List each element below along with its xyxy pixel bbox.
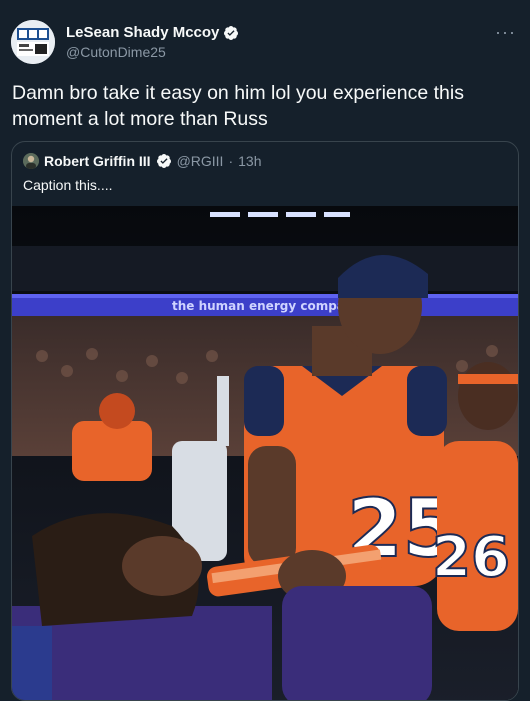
quoted-avatar-image [23, 153, 39, 169]
author-handle[interactable]: @CutonDime25 [66, 44, 166, 60]
author-avatar[interactable] [11, 20, 55, 64]
quoted-author-avatar[interactable] [23, 153, 39, 169]
author-name-row[interactable]: LeSean Shady Mccoy [66, 24, 239, 41]
tweet[interactable]: LeSean Shady Mccoy @CutonDime25 ··· Damn… [0, 0, 530, 701]
more-options-icon[interactable]: ··· [495, 22, 516, 43]
quoted-tweet-header: Robert Griffin III @RGIII · 13h [23, 153, 261, 169]
jersey-number-26: 26 [432, 525, 510, 590]
quoted-author-handle[interactable]: @RGIII [177, 153, 224, 169]
profile-avatar-image [11, 20, 55, 64]
quoted-timestamp[interactable]: 13h [238, 153, 261, 169]
quoted-author-name[interactable]: Robert Griffin III [44, 153, 151, 169]
author-display-name[interactable]: LeSean Shady Mccoy [66, 24, 219, 41]
verified-badge-icon [156, 154, 171, 168]
sideline-photo-image: the human energy compan 25 26 [12, 206, 518, 700]
tweet-text: Damn bro take it easy on him lol you exp… [12, 82, 464, 130]
quoted-tweet[interactable]: Robert Griffin III @RGIII · 13h Caption … [11, 141, 519, 701]
quoted-tweet-text: Caption this.... [23, 177, 113, 193]
banner-text: the human energy compan [172, 299, 353, 313]
separator-dot: · [228, 153, 234, 169]
quoted-photo[interactable]: the human energy compan 25 26 [12, 206, 518, 700]
verified-badge-icon [224, 25, 239, 40]
